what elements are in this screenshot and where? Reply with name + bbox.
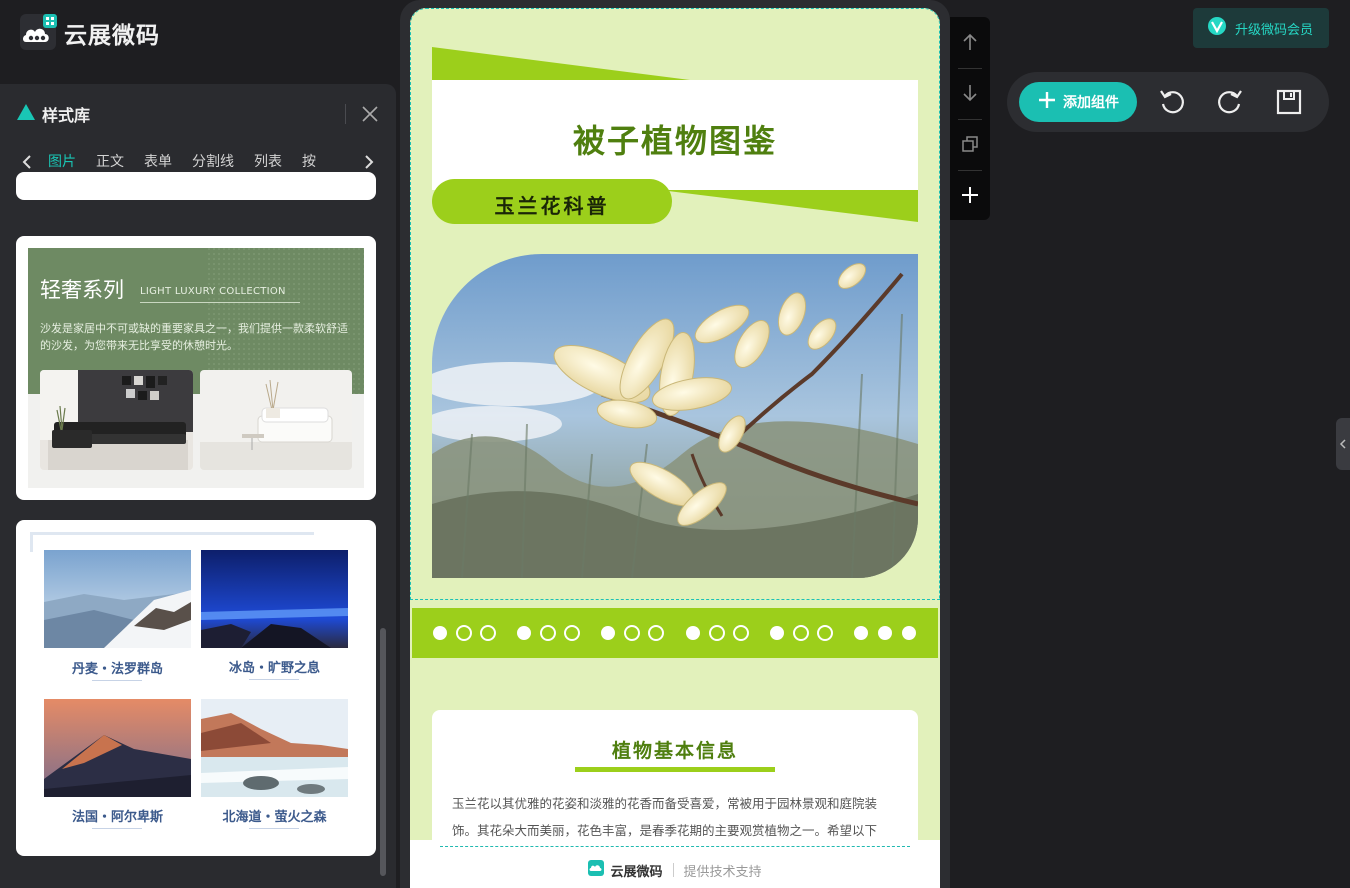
move-up-icon[interactable] [950,17,990,67]
upgrade-membership-button[interactable]: 升级微码会员 [1193,8,1329,48]
travel-caption-4: 北海道・萤火之森 [222,810,327,825]
app-logo: 云展微码 [20,14,160,52]
chevron-left-icon [1339,435,1347,454]
vip-icon [1207,16,1227,40]
footer-credit: 云展微码 提供技术支持 [410,860,940,880]
luxury-rule [140,302,300,303]
footer-support-text: 提供技术支持 [683,864,762,880]
panel-scrollbar[interactable] [380,628,386,876]
cloud-logo-icon [20,14,58,52]
travel-decoration [30,532,314,552]
info-paragraph: 玉兰花以其优雅的花姿和淡雅的花香而备受喜爱，常被用于园林景观和庭院装饰。其花朵大… [452,796,878,838]
brand-name: 云展微码 [64,23,160,49]
info-title: 植物基本信息 [611,740,738,762]
sofa-image-dark [40,370,193,470]
style-library-panel: 样式库 图片 正文 表单 分割线 列表 按 轻奢系列 LIGHT LUXURY … [0,84,396,888]
footer-brand: 云展微码 [610,864,663,880]
luxury-description: 沙发是家居中不可或缺的重要家具之一，我们提供一款柔软舒适的沙发，为您带来无比享受… [40,322,348,352]
luxury-preview: 轻奢系列 LIGHT LUXURY COLLECTION 沙发是家居中不可或缺的… [28,248,364,488]
template-card-partial[interactable] [16,172,376,200]
caption-underline [92,828,142,829]
editor-canvas: 被子植物图鉴 玉兰花科普 植物基本信息 玉兰花以其优雅的花姿和淡雅的花香而备受喜… [410,8,940,888]
selected-component-outline [410,8,940,600]
redo-icon[interactable] [1215,87,1245,117]
plus-icon[interactable] [950,170,990,220]
add-component-label: 添加组件 [1063,95,1119,111]
editor-toolbar: 添加组件 [1007,72,1329,132]
caption-underline [92,680,142,681]
caption-underline [249,679,299,680]
luxury-subtitle: LIGHT LUXURY COLLECTION [140,286,286,297]
copy-icon[interactable] [950,119,990,169]
move-down-icon[interactable] [950,68,990,118]
upgrade-label: 升级微码会员 [1235,22,1314,38]
footer-dashed-line [440,846,910,847]
footer-separator [672,863,674,877]
divider [345,104,346,124]
canvas-footer: 云展微码 提供技术支持 [410,840,940,888]
caption-underline [249,828,299,829]
sofa-image-white [200,370,352,470]
cloud-logo-icon [588,860,605,880]
travel-caption-1: 丹麦・法罗群岛 [71,662,163,677]
component-toolbar [950,17,990,220]
undo-icon[interactable] [1157,87,1187,117]
travel-caption-3: 法国・阿尔卑斯 [71,810,163,825]
triangle-icon [16,103,36,125]
info-title-underline [575,767,775,772]
template-card-travel[interactable]: 丹麦・法罗群岛 冰岛・旷野之息 法国・阿尔卑斯 北海道・萤火之森 [16,520,376,856]
save-icon[interactable] [1274,87,1304,117]
template-card-luxury[interactable]: 轻奢系列 LIGHT LUXURY COLLECTION 沙发是家居中不可或缺的… [16,236,376,500]
close-icon[interactable] [360,104,380,124]
add-component-button[interactable]: 添加组件 [1019,82,1137,122]
hokkaido-image [201,699,348,797]
panel-header: 样式库 [0,84,396,144]
dots-pattern [433,625,916,641]
faroe-islands-image [44,550,191,648]
alps-image [44,699,191,797]
dots-divider[interactable] [412,608,938,658]
template-list: 轻奢系列 LIGHT LUXURY COLLECTION 沙发是家居中不可或缺的… [0,172,396,888]
travel-caption-2: 冰岛・旷野之息 [228,661,320,676]
plus-icon [1037,90,1057,114]
panel-title: 样式库 [42,106,91,125]
iceland-image [201,550,348,648]
luxury-title: 轻奢系列 [40,278,124,302]
collapse-handle[interactable] [1336,418,1350,470]
